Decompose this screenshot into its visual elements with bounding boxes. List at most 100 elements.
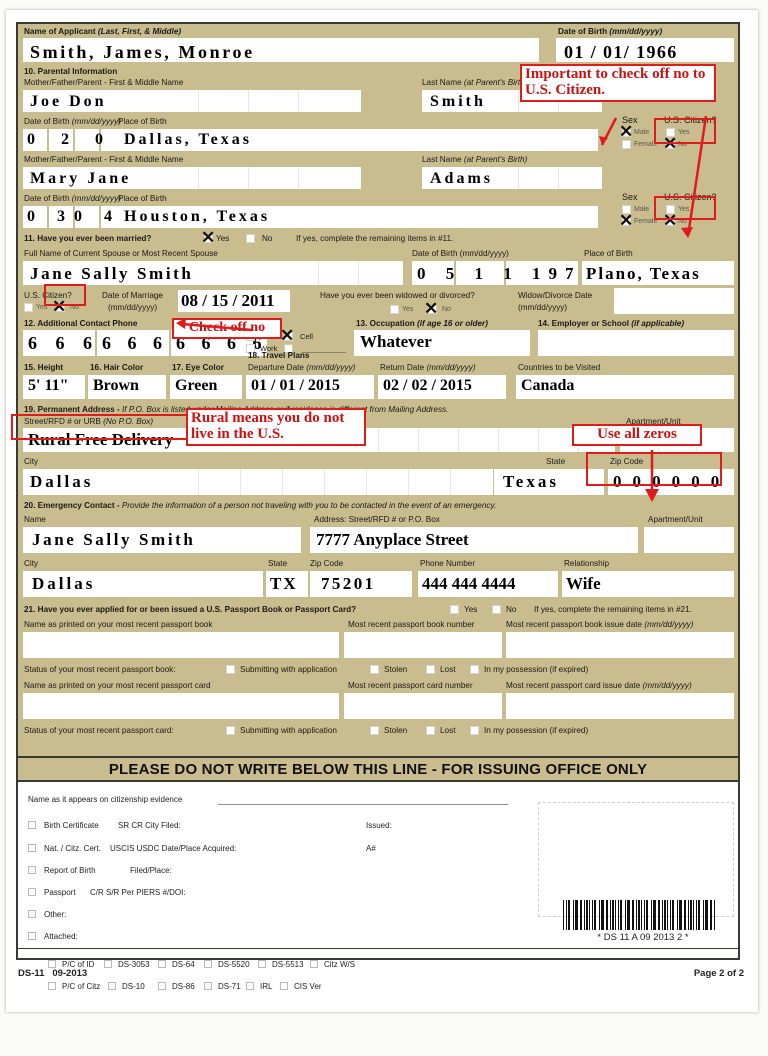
item21-book-issue-field[interactable] <box>506 632 734 658</box>
item21-card-number-field[interactable] <box>344 693 502 719</box>
item14-label: 14. Employer or School (if applicable) <box>538 319 685 328</box>
item18-departure-label: Departure Date (mm/dd/yyyy) <box>248 363 356 372</box>
item11-no-label: No <box>262 234 273 243</box>
code-b-1-label: DS-10 <box>122 982 145 991</box>
code-a-2-label: DS-64 <box>172 960 195 969</box>
item19-city-field[interactable] <box>23 469 493 495</box>
item20-city-label: City <box>24 559 39 568</box>
item21-card-status-lost-checkbox[interactable] <box>426 726 435 735</box>
issuing-office-section: Name as it appears on citizenship eviden… <box>16 780 740 991</box>
code-a-5-checkbox[interactable] <box>310 960 318 968</box>
item21-book-status-submitting-label: Submitting with application <box>240 665 337 674</box>
scanned-page-background: Name of Applicant (Last, First, & Middle… <box>0 0 768 1056</box>
item20-zip-value: 75201 <box>321 574 376 593</box>
code-b-0-checkbox[interactable] <box>48 982 56 990</box>
code-b-4-checkbox[interactable] <box>246 982 254 990</box>
item21-card-status-possession-label: In my possession (if expired) <box>484 726 589 735</box>
item21-card-status-submitting-label: Submitting with application <box>240 726 337 735</box>
code-b-2-checkbox[interactable] <box>158 982 166 990</box>
applicant-name-value: Smith, James, Monroe <box>30 42 255 62</box>
code-a-2-checkbox[interactable] <box>158 960 166 968</box>
code-a-1-checkbox[interactable] <box>104 960 112 968</box>
office-row-2-label: Report of Birth <box>44 866 96 875</box>
item21-no-checkbox[interactable] <box>492 605 501 614</box>
item11-yes-label: Yes <box>216 234 230 243</box>
item21-book-status-stolen-checkbox[interactable] <box>370 665 379 674</box>
item21-yes-checkbox[interactable] <box>450 605 459 614</box>
barcode-image <box>563 900 718 930</box>
spouse-name-value: Jane Sally Smith <box>30 264 194 283</box>
form-main-section: Name of Applicant (Last, First, & Middle… <box>16 22 740 760</box>
office-row-1-checkbox[interactable] <box>28 844 36 852</box>
item21-card-name-field[interactable] <box>23 693 339 719</box>
item21-card-status-submitting-checkbox[interactable] <box>226 726 235 735</box>
item21-card-status-lost-label: Lost <box>440 726 456 735</box>
office-row-0-checkbox[interactable] <box>28 821 36 829</box>
widow-question: Have you ever been widowed or divorced? <box>320 291 475 300</box>
widow-yes-checkbox[interactable] <box>390 305 399 314</box>
office-row-2-checkbox[interactable] <box>28 866 36 874</box>
item20-city-value: Dallas <box>32 574 96 593</box>
item21-book-status-label: Status of your most recent passport book… <box>24 665 176 674</box>
code-a-4-checkbox[interactable] <box>258 960 266 968</box>
item20-address-value: 7777 Anyplace Street <box>316 530 469 549</box>
office-row-3-checkbox[interactable] <box>28 888 36 896</box>
item20-address-label: Address: Street/RFD # or P.O. Box <box>314 515 440 524</box>
item11-question: 11. Have you ever been married? <box>24 234 152 243</box>
item14-employer-field[interactable] <box>538 330 734 356</box>
form-footer-left: DS-11 09-2013 <box>18 968 88 979</box>
item13-occupation-value: Whatever <box>360 332 432 351</box>
office-row-4-checkbox[interactable] <box>28 910 36 918</box>
parent1-firstmiddle-label: Mother/Father/Parent - First & Middle Na… <box>24 78 184 87</box>
widow-date-field[interactable] <box>614 288 734 314</box>
item21-card-issue-label: Most recent passport card issue date (mm… <box>506 681 692 690</box>
item21-card-issue-field[interactable] <box>506 693 734 719</box>
item20-apartment-field[interactable] <box>644 527 734 553</box>
item15-label: 15. Height <box>24 363 64 372</box>
code-a-3-label: DS-5520 <box>218 960 250 969</box>
widow-yes-label: Yes <box>402 306 414 313</box>
office-row-1-extras: USCIS USDC Date/Place Acquired: <box>110 844 237 853</box>
code-a-4-label: DS-5513 <box>272 960 304 969</box>
annotation-box-parent2-citizen <box>654 196 716 220</box>
office-row-0-right: Issued: <box>366 821 392 830</box>
code-b-3-checkbox[interactable] <box>204 982 212 990</box>
parent1-sex-female-checkbox[interactable] <box>622 140 631 149</box>
item10-heading: 10. Parental Information <box>24 67 118 76</box>
spouse-citizen-yes-checkbox[interactable] <box>24 303 33 312</box>
item21-book-status-stolen-label: Stolen <box>384 665 408 674</box>
item21-book-status-possession-checkbox[interactable] <box>470 665 479 674</box>
code-a-3-checkbox[interactable] <box>204 960 212 968</box>
code-b-1-checkbox[interactable] <box>108 982 116 990</box>
item21-card-name-label: Name as printed on your most recent pass… <box>24 681 211 690</box>
item11-no-checkbox[interactable] <box>246 234 255 243</box>
item21-book-number-field[interactable] <box>344 632 502 658</box>
item17-eye-value: Green <box>175 377 218 394</box>
item18-return-value: 02 / 02 / 2015 <box>383 377 472 394</box>
parent2-sex-label: Sex <box>622 192 638 202</box>
item21-yes-label: Yes <box>464 605 478 614</box>
item19-city-label: City <box>24 457 39 466</box>
item20-relationship-value: Wife <box>566 574 601 593</box>
item21-book-status-submitting-checkbox[interactable] <box>226 665 235 674</box>
item21-book-status-lost-checkbox[interactable] <box>426 665 435 674</box>
annotation-box-spouse-citizen <box>44 284 86 306</box>
annotation-zeros-note: Use all zeros <box>572 424 702 446</box>
parent1-sex-male-label: Male <box>634 129 650 136</box>
issuing-office-banner: PLEASE DO NOT WRITE BELOW THIS LINE - FO… <box>16 756 740 782</box>
office-row-5-checkbox[interactable] <box>28 932 36 940</box>
code-b-5-checkbox[interactable] <box>280 982 288 990</box>
item12-phone-value1: 6 6 6 <box>28 333 99 353</box>
item20-relationship-label: Relationship <box>564 559 610 568</box>
code-b-4-label: IRL <box>260 982 273 991</box>
annotation-check-no-note: Check off no <box>172 318 282 339</box>
code-a-0-checkbox[interactable] <box>48 960 56 968</box>
item21-card-status-possession-checkbox[interactable] <box>470 726 479 735</box>
item21-book-name-field[interactable] <box>23 632 339 658</box>
parent2-dob-label: Date of Birth (mm/dd/yyyy) <box>24 194 121 203</box>
item18-countries-value: Canada <box>521 377 575 394</box>
barcode-text: * DS 11 A 09 2013 2 * <box>597 932 689 943</box>
item21-card-status-stolen-checkbox[interactable] <box>370 726 379 735</box>
item18-countries-label: Countries to be Visited <box>518 363 601 372</box>
item18-return-label: Return Date (mm/dd/yyyy) <box>380 363 476 372</box>
